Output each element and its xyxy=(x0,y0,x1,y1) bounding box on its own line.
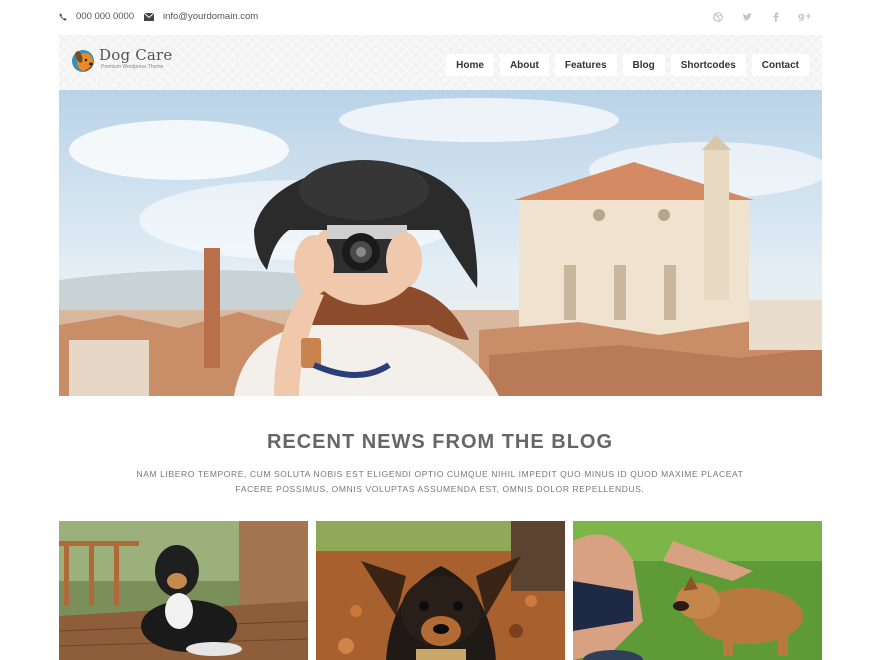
blog-thumbnail[interactable] xyxy=(573,521,822,660)
twitter-icon[interactable] xyxy=(740,10,754,24)
facebook-icon[interactable] xyxy=(769,10,783,24)
logo-tagline: Premium Wordpress Theme xyxy=(101,64,164,70)
section-title: RECENT NEWS FROM THE BLOG xyxy=(266,431,614,453)
phone-icon xyxy=(59,12,67,21)
section-description: NAM LIBERO TEMPORE, CUM SOLUTA NOBIS EST… xyxy=(136,469,744,494)
nav-features[interactable]: Features xyxy=(554,54,617,76)
google-plus-icon[interactable]: g+ xyxy=(798,10,812,24)
site-header: Dog Care Premium Wordpress Theme Home Ab… xyxy=(59,35,822,90)
email-contact[interactable]: info@yourdomain.com xyxy=(144,11,258,22)
blog-thumbnail[interactable] xyxy=(316,521,565,660)
blog-thumbnails xyxy=(59,521,822,660)
envelope-icon xyxy=(144,12,154,21)
phone-number: 000 000 0000 xyxy=(76,11,135,22)
nav-home[interactable]: Home xyxy=(446,54,494,76)
logo-title: Dog Care xyxy=(99,46,173,64)
main-nav: Home About Features Blog Shortcodes Cont… xyxy=(446,54,809,76)
dog-logo-icon xyxy=(72,50,94,72)
social-links: g+ xyxy=(711,10,812,24)
nav-contact[interactable]: Contact xyxy=(751,54,809,76)
top-bar: 000 000 0000 info@yourdomain.com g+ xyxy=(59,0,822,35)
dribbble-icon[interactable] xyxy=(711,10,725,24)
nav-about[interactable]: About xyxy=(499,54,549,76)
blog-thumbnail[interactable] xyxy=(59,521,308,660)
nav-blog[interactable]: Blog xyxy=(622,54,665,76)
email-address: info@yourdomain.com xyxy=(163,11,259,22)
logo[interactable]: Dog Care Premium Wordpress Theme xyxy=(71,47,173,75)
hero-image xyxy=(59,90,822,396)
phone-contact[interactable]: 000 000 0000 xyxy=(59,11,134,22)
nav-shortcodes[interactable]: Shortcodes xyxy=(670,54,746,76)
